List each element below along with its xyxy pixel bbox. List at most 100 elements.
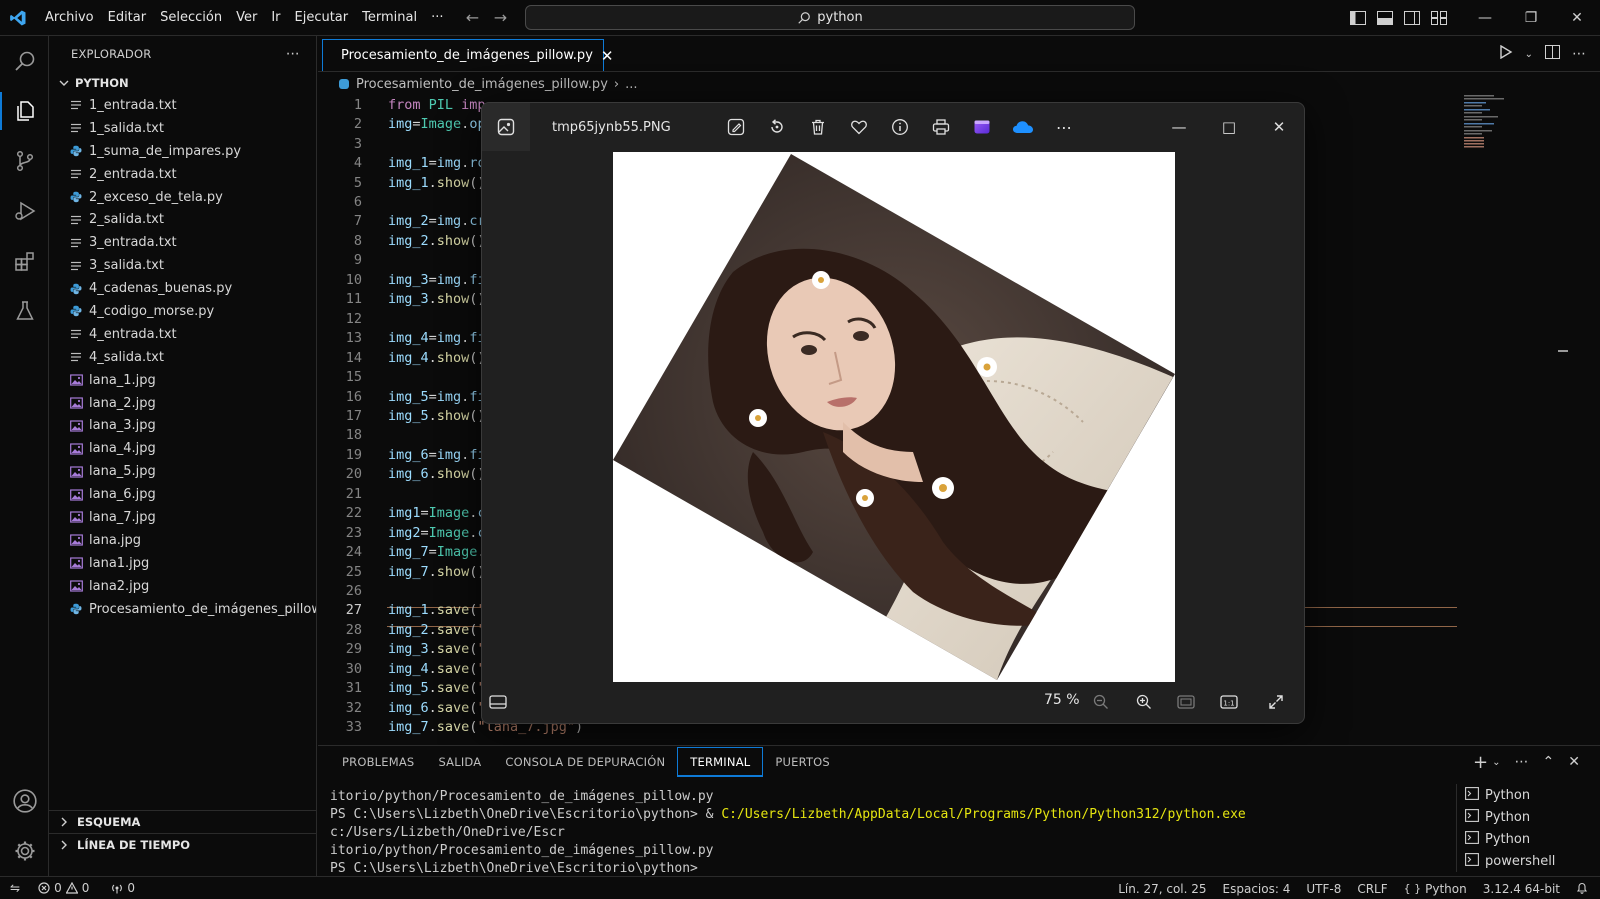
code-line[interactable]: 21 — [318, 484, 362, 504]
code-line[interactable]: 10 img_3=img.fi — [318, 270, 486, 290]
python-interpreter[interactable]: 3.12.4 64-bit — [1483, 882, 1560, 896]
terminal-instance[interactable]: Python — [1465, 828, 1586, 850]
file-item[interactable]: 4_codigo_morse.py — [49, 300, 316, 323]
file-item[interactable]: lana1.jpg — [49, 552, 316, 575]
breadcrumb-file[interactable]: Procesamiento_de_imágenes_pillow.py — [356, 77, 608, 92]
menu-ver[interactable]: Ver — [229, 0, 264, 36]
menu-ir[interactable]: Ir — [264, 0, 287, 36]
menu-archivo[interactable]: Archivo — [38, 0, 101, 36]
file-item[interactable]: lana_7.jpg — [49, 506, 316, 529]
file-item[interactable]: 4_salida.txt — [49, 346, 316, 369]
remote-indicator-icon[interactable]: ⇋ — [10, 881, 20, 895]
forward-arrow-icon[interactable]: → — [486, 8, 514, 27]
file-item[interactable]: lana_5.jpg — [49, 460, 316, 483]
editor-scrollbar[interactable] — [1556, 95, 1568, 745]
code-line[interactable]: 5 img_1.show() — [318, 173, 486, 193]
menu-seleccion[interactable]: Selección — [153, 0, 229, 36]
code-line[interactable]: 8 img_2.show() — [318, 231, 486, 251]
file-item[interactable]: 1_suma_de_impares.py — [49, 140, 316, 163]
code-line[interactable]: 4 img_1=img.ro — [318, 153, 486, 173]
menu-ejecutar[interactable]: Ejecutar — [288, 0, 356, 36]
viewer-maximize-icon[interactable]: □ — [1204, 118, 1254, 136]
favorite-heart-icon[interactable] — [845, 113, 873, 141]
code-line[interactable]: 27 img_1.save(" — [318, 601, 486, 621]
restore-window-icon[interactable]: ❐ — [1508, 0, 1554, 36]
filmstrip-toggle-icon[interactable] — [484, 689, 512, 715]
file-item[interactable]: 2_exceso_de_tela.py — [49, 186, 316, 209]
minimap[interactable] — [1460, 95, 1556, 155]
minimize-window-icon[interactable]: — — [1462, 0, 1508, 36]
code-line[interactable]: 33 img_7.save("lana_7.jpg") — [318, 717, 583, 737]
viewer-image-canvas[interactable] — [613, 152, 1175, 682]
problems-status[interactable]: 0 0 — [38, 881, 89, 895]
split-editor-icon[interactable] — [1545, 45, 1560, 63]
code-line[interactable]: 16 img_5=img.fi — [318, 387, 486, 407]
menu-more[interactable]: ··· — [424, 0, 450, 36]
file-item[interactable]: lana_2.jpg — [49, 392, 316, 415]
code-line[interactable]: 30 img_4.save(" — [318, 659, 486, 679]
close-tab-icon[interactable]: ✕ — [601, 47, 614, 65]
file-item[interactable]: lana2.jpg — [49, 575, 316, 598]
breadcrumb-symbols[interactable]: ... — [625, 77, 637, 92]
code-line[interactable]: 15 — [318, 367, 362, 387]
print-icon[interactable] — [927, 113, 955, 141]
panel-more-actions-icon[interactable]: ⋯ — [1515, 754, 1529, 770]
toggle-primary-sidebar-icon[interactable] — [1344, 0, 1371, 36]
file-item[interactable]: 1_salida.txt — [49, 117, 316, 140]
close-window-icon[interactable]: ✕ — [1554, 0, 1600, 36]
tab-puertos[interactable]: PUERTOS — [763, 746, 842, 778]
close-panel-icon[interactable]: ✕ — [1568, 754, 1580, 770]
code-line[interactable]: 20 img_6.show() — [318, 465, 486, 485]
maximize-panel-chevron-up-icon[interactable]: ⌃ — [1543, 754, 1555, 770]
outline-section[interactable]: ESQUEMA — [49, 810, 317, 832]
file-item[interactable]: Procesamiento_de_imágenes_pillow.... — [49, 598, 316, 621]
code-line[interactable]: 28 img_2.save(" — [318, 620, 486, 640]
code-line[interactable]: 12 — [318, 309, 362, 329]
viewer-close-icon[interactable]: ✕ — [1254, 118, 1304, 136]
run-dropdown-chevron-icon[interactable]: ⌄ — [1525, 49, 1533, 60]
terminal-instance[interactable]: powershell — [1465, 850, 1586, 872]
viewer-more-icon[interactable]: ⋯ — [1050, 113, 1078, 141]
file-item[interactable]: 2_entrada.txt — [49, 163, 316, 186]
code-line[interactable]: 13 img_4=img.fi — [318, 328, 486, 348]
code-line[interactable]: 23 img2=Image.c — [318, 523, 486, 543]
command-center-search[interactable]: python — [525, 5, 1135, 30]
testing-flask-icon[interactable] — [0, 286, 49, 336]
code-line[interactable]: 2 img=Image.op — [318, 114, 486, 134]
customize-layout-icon[interactable] — [1425, 0, 1452, 36]
file-item[interactable]: lana_4.jpg — [49, 437, 316, 460]
ports-status[interactable]: 0 — [111, 881, 135, 895]
code-line[interactable]: 26 — [318, 581, 362, 601]
code-line[interactable]: 11 img_3.show() — [318, 290, 486, 310]
rotate-icon[interactable] — [763, 113, 791, 141]
new-terminal-plus-icon[interactable]: + — [1473, 752, 1488, 773]
code-line[interactable]: 22 img1=Image.c — [318, 503, 486, 523]
file-item[interactable]: lana_3.jpg — [49, 414, 316, 437]
code-line[interactable]: 29 img_3.save(" — [318, 640, 486, 660]
code-line[interactable]: 31 img_5.save(" — [318, 679, 486, 699]
file-item[interactable]: 3_entrada.txt — [49, 231, 316, 254]
zoom-out-icon[interactable] — [1087, 689, 1115, 715]
terminal-instance[interactable]: Python — [1465, 806, 1586, 828]
file-item[interactable]: lana_6.jpg — [49, 483, 316, 506]
file-info-icon[interactable] — [886, 113, 914, 141]
delete-trash-icon[interactable] — [804, 113, 832, 141]
tab-consola-depuracion[interactable]: CONSOLA DE DEPURACIÓN — [493, 746, 677, 778]
tab-problemas[interactable]: PROBLEMAS — [330, 746, 426, 778]
terminal-output[interactable]: itorio/python/Procesamiento_de_imágenes_… — [330, 788, 1440, 878]
settings-gear-icon[interactable] — [0, 826, 49, 876]
explorer-more-actions-icon[interactable]: ⋯ — [286, 46, 300, 62]
file-encoding[interactable]: UTF-8 — [1306, 882, 1341, 896]
code-line[interactable]: 1 from PIL imp — [318, 95, 486, 115]
clipchamp-icon[interactable] — [968, 113, 996, 141]
language-mode[interactable]: { } Python — [1404, 882, 1467, 896]
code-line[interactable]: 7 img_2=img.cr — [318, 212, 486, 232]
viewer-minimize-icon[interactable]: — — [1154, 118, 1204, 136]
extensions-icon[interactable] — [0, 236, 49, 286]
back-arrow-icon[interactable]: ← — [458, 8, 486, 27]
fit-to-window-icon[interactable] — [1172, 689, 1200, 715]
run-python-file-icon[interactable] — [1499, 44, 1513, 63]
fullscreen-expand-icon[interactable] — [1262, 689, 1290, 715]
terminal-dropdown-chevron-icon[interactable]: ⌄ — [1492, 757, 1500, 768]
code-line[interactable]: 32 img_6.save(" — [318, 698, 486, 718]
